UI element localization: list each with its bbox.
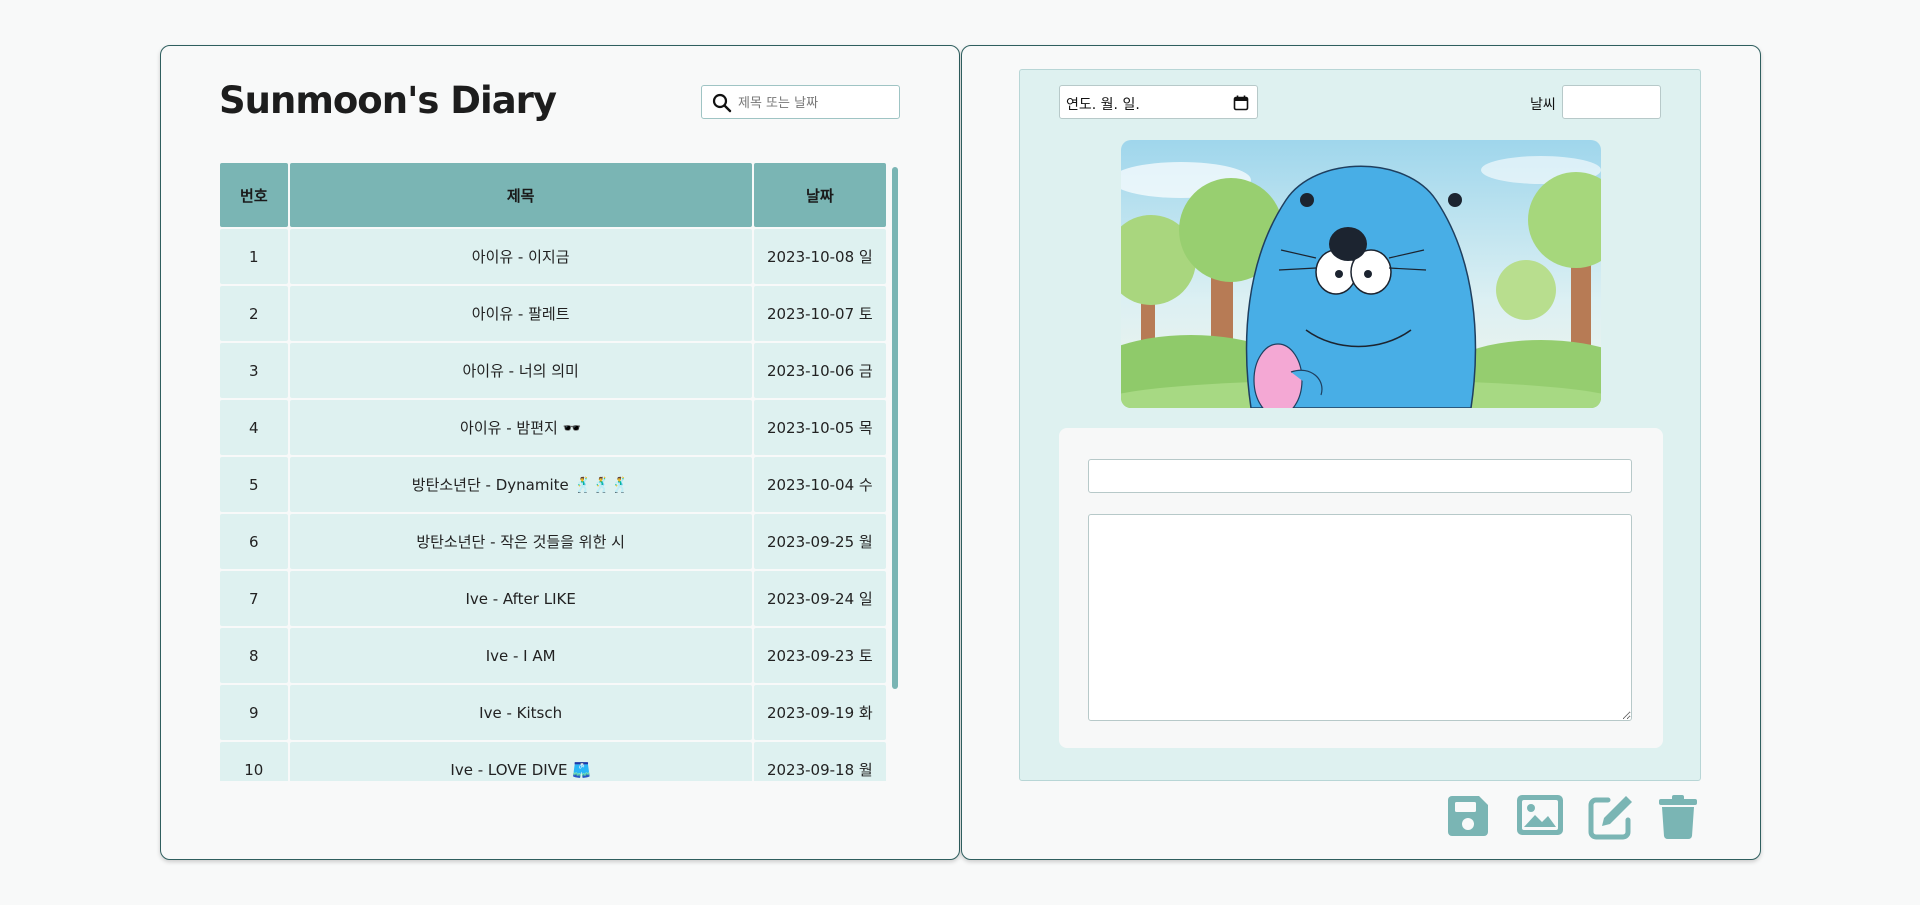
row-number-cell[interactable]: 7 bbox=[220, 571, 288, 626]
row-number-cell[interactable]: 2 bbox=[220, 286, 288, 341]
column-header-date: 날짜 bbox=[753, 163, 886, 227]
table-scrollbar[interactable] bbox=[892, 167, 898, 689]
row-title-cell[interactable]: Ive - LOVE DIVE 🩳 bbox=[289, 742, 752, 781]
editor-card: 연도. 월. 일. 날씨 bbox=[1019, 69, 1701, 781]
image-button[interactable] bbox=[1516, 794, 1563, 840]
row-date-cell[interactable]: 2023-10-04 수 bbox=[753, 457, 886, 512]
table-row[interactable]: 7 Ive - After LIKE 2023-09-24 일 bbox=[220, 571, 886, 626]
diary-list-panel: Sunmoon's Diary 번호 제목 날짜 1아이유 - 이지금2023-… bbox=[160, 45, 960, 860]
row-title-cell[interactable]: 아이유 - 너의 의미 bbox=[289, 343, 752, 398]
edit-button[interactable] bbox=[1588, 794, 1634, 840]
table-row[interactable]: 2 아이유 - 팔레트 2023-10-07 토 bbox=[220, 286, 886, 341]
row-number-cell[interactable]: 1 bbox=[220, 229, 288, 284]
row-date-cell[interactable]: 2023-09-24 일 bbox=[753, 571, 886, 626]
table-row[interactable]: 1 아이유 - 이지금 2023-10-08 일 bbox=[220, 229, 886, 284]
trash-icon bbox=[1659, 795, 1697, 840]
table-row[interactable]: 6 방탄소년단 - 작은 것들을 위한 시 2023-09-25 월 bbox=[220, 514, 886, 569]
table-row[interactable]: 8 Ive - I AM 2023-09-23 토 bbox=[220, 628, 886, 683]
table-header-row: 번호 제목 날짜 bbox=[220, 163, 886, 227]
table-row[interactable]: 4 아이유 - 밤편지 🕶️ 2023-10-05 목 bbox=[220, 400, 886, 455]
table-row[interactable]: 10 Ive - LOVE DIVE 🩳 2023-09-18 월 bbox=[220, 742, 886, 781]
calendar-icon[interactable] bbox=[1233, 95, 1249, 111]
row-title-cell[interactable]: 방탄소년단 - 작은 것들을 위한 시 bbox=[289, 514, 752, 569]
row-date-cell[interactable]: 2023-10-08 일 bbox=[753, 229, 886, 284]
row-date-cell[interactable]: 2023-09-19 화 bbox=[753, 685, 886, 740]
search-box[interactable] bbox=[701, 85, 900, 119]
date-input-text: 연도. 월. 일. bbox=[1066, 97, 1140, 113]
row-date-cell[interactable]: 2023-09-23 토 bbox=[753, 628, 886, 683]
entry-content-textarea[interactable] bbox=[1088, 514, 1632, 721]
row-date-cell[interactable]: 2023-10-06 금 bbox=[753, 343, 886, 398]
delete-button[interactable] bbox=[1658, 794, 1704, 840]
row-title-cell[interactable]: Ive - I AM bbox=[289, 628, 752, 683]
row-number-cell[interactable]: 6 bbox=[220, 514, 288, 569]
diary-table-container: 번호 제목 날짜 1 아이유 - 이지금 2023-10-08 일 2 아이유 - 팔레… bbox=[220, 163, 888, 781]
row-title-cell[interactable]: 방탄소년단 - Dynamite 🕺🕺🕺 bbox=[289, 457, 752, 512]
row-date-cell[interactable]: 2023-09-25 월 bbox=[753, 514, 886, 569]
search-icon bbox=[712, 93, 732, 113]
diary-editor-panel: 연도. 월. 일. 날씨 bbox=[961, 45, 1761, 860]
cartoon-seal-image bbox=[1121, 140, 1601, 408]
row-number-cell[interactable]: 4 bbox=[220, 400, 288, 455]
image-icon bbox=[1517, 795, 1563, 835]
row-title-cell[interactable]: Ive - Kitsch bbox=[289, 685, 752, 740]
date-input[interactable]: 연도. 월. 일. bbox=[1059, 85, 1258, 119]
weather-label: 날씨 bbox=[1530, 97, 1556, 113]
entry-title-input[interactable] bbox=[1088, 459, 1632, 493]
search-input[interactable] bbox=[736, 87, 895, 119]
column-header-title: 제목 bbox=[289, 163, 752, 227]
row-title-cell[interactable]: 아이유 - 팔레트 bbox=[289, 286, 752, 341]
row-date-cell[interactable]: 2023-10-05 목 bbox=[753, 400, 886, 455]
row-date-cell[interactable]: 2023-09-18 월 bbox=[753, 742, 886, 781]
row-number-cell[interactable]: 9 bbox=[220, 685, 288, 740]
table-row[interactable]: 3 아이유 - 너의 의미 2023-10-06 금 bbox=[220, 343, 886, 398]
row-title-cell[interactable]: 아이유 - 밤편지 🕶️ bbox=[289, 400, 752, 455]
save-button[interactable] bbox=[1446, 794, 1492, 840]
row-title-cell[interactable]: 아이유 - 이지금 bbox=[289, 229, 752, 284]
row-number-cell[interactable]: 10 bbox=[220, 742, 288, 781]
diary-photo bbox=[1121, 140, 1601, 408]
row-number-cell[interactable]: 5 bbox=[220, 457, 288, 512]
row-number-cell[interactable]: 8 bbox=[220, 628, 288, 683]
entry-form bbox=[1059, 428, 1663, 748]
weather-input[interactable] bbox=[1562, 85, 1661, 119]
column-header-number: 번호 bbox=[220, 163, 288, 227]
row-title-cell[interactable]: Ive - After LIKE bbox=[289, 571, 752, 626]
table-row[interactable]: 5 방탄소년단 - Dynamite 🕺🕺🕺 2023-10-04 수 bbox=[220, 457, 886, 512]
table-row[interactable]: 9 Ive - Kitsch 2023-09-19 화 bbox=[220, 685, 886, 740]
floppy-disk-icon bbox=[1448, 796, 1488, 836]
diary-table: 번호 제목 날짜 1 아이유 - 이지금 2023-10-08 일 2 아이유 - 팔레… bbox=[220, 163, 888, 781]
row-date-cell[interactable]: 2023-10-07 토 bbox=[753, 286, 886, 341]
pen-square-icon bbox=[1588, 796, 1632, 840]
page-title: Sunmoon's Diary bbox=[219, 79, 557, 122]
row-number-cell[interactable]: 3 bbox=[220, 343, 288, 398]
